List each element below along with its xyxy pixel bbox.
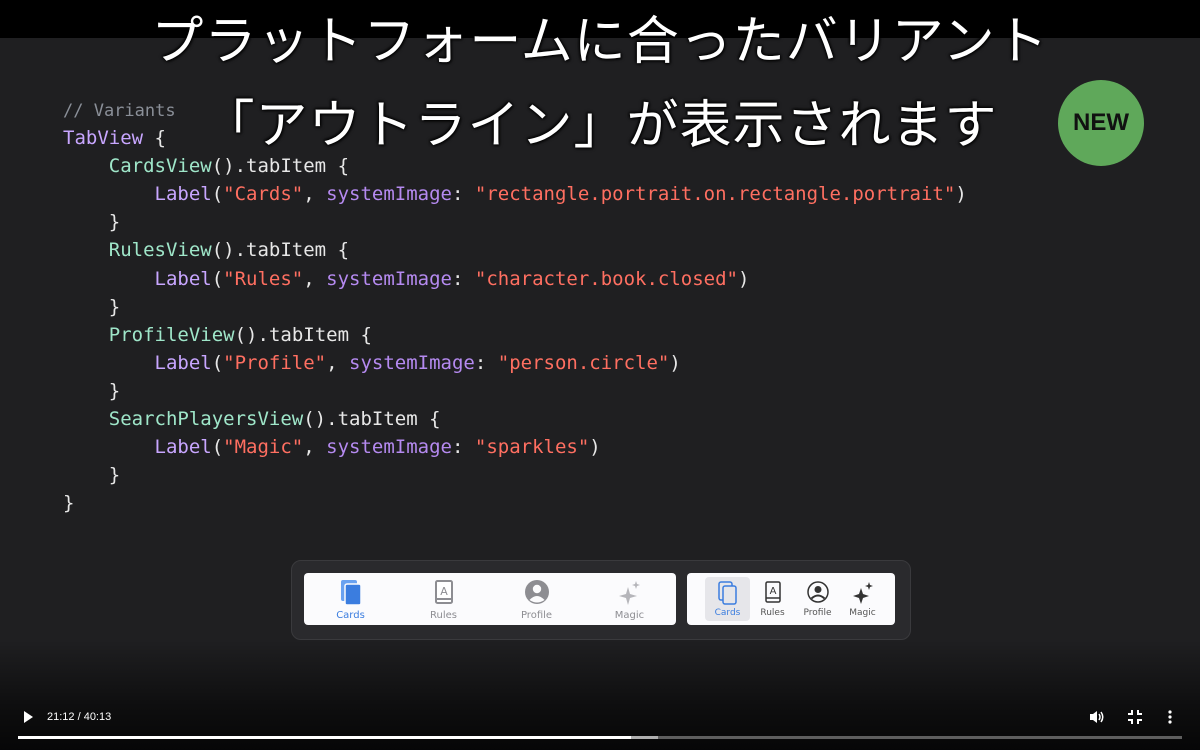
code-string: "Rules": [223, 267, 304, 290]
code-block: // Variants TabView { CardsView().tabItem…: [63, 101, 967, 515]
code-token: Label: [154, 183, 212, 206]
tab-label: Profile: [520, 610, 553, 621]
code-token: Label: [154, 436, 212, 459]
tab-label: Rules: [430, 610, 457, 621]
code-token: Label: [154, 351, 212, 374]
code-param: systemImage: [326, 183, 452, 206]
code-string: "sparkles": [474, 436, 590, 459]
exit-fullscreen-icon: [1128, 710, 1142, 724]
tab-magic[interactable]: Magic: [840, 573, 885, 625]
tab-label: Profile: [803, 608, 832, 618]
tab-label: Cards: [336, 610, 365, 621]
tab-bar-compact: Cards A Rules Profile Magic: [687, 573, 895, 625]
code-param: systemImage: [326, 436, 452, 459]
tab-bar-large: Cards A Rules Profile Magic: [304, 573, 676, 625]
tab-profile[interactable]: Profile: [490, 573, 583, 625]
subtitle-line-2: 「アウトライン」が表示されます: [202, 96, 998, 156]
cards-icon: [340, 580, 362, 606]
person-circle-outline-icon: [806, 581, 829, 603]
tab-label: Magic: [849, 608, 876, 618]
tab-rules[interactable]: A Rules: [750, 573, 795, 625]
code-token: .tabItem: [234, 239, 327, 262]
tab-label: Magic: [614, 610, 645, 621]
progress-bar[interactable]: [18, 736, 1182, 739]
code-token: .tabItem: [257, 323, 350, 346]
subtitle-line-1: プラットフォームに合ったバリアント: [151, 12, 1049, 72]
code-token: .tabItem: [234, 155, 327, 178]
tab-cards[interactable]: Cards: [705, 577, 750, 621]
more-options-button[interactable]: [1166, 702, 1174, 732]
code-string: "Profile": [223, 351, 327, 374]
player-controls-shade: [0, 640, 1200, 750]
svg-text:A: A: [769, 586, 776, 597]
tab-label: Cards: [714, 608, 741, 618]
more-vertical-icon: [1168, 710, 1172, 724]
new-badge: NEW: [1058, 80, 1144, 166]
tab-cards[interactable]: Cards: [304, 573, 397, 625]
exit-fullscreen-button[interactable]: [1127, 702, 1143, 732]
book-outline-icon: A: [764, 581, 781, 603]
person-circle-icon: [524, 580, 549, 604]
tab-label: Rules: [760, 608, 785, 618]
code-string: "Cards": [223, 183, 304, 206]
code-view-name: CardsView: [108, 155, 212, 178]
player-controls: 21:12 / 40:13: [0, 702, 1200, 732]
code-string: "rectangle.portrait.on.rectangle.portrai…: [474, 183, 956, 206]
code-token: Label: [154, 267, 212, 290]
volume-icon: [1090, 711, 1104, 723]
tab-magic[interactable]: Magic: [583, 573, 676, 625]
code-param: systemImage: [349, 351, 475, 374]
code-string: "character.book.closed": [474, 267, 738, 290]
progress-played: [18, 736, 632, 739]
time-display: 21:12 / 40:13: [47, 711, 112, 723]
cards-outline-icon: [717, 581, 737, 605]
code-view-name: ProfileView: [108, 323, 235, 346]
volume-button[interactable]: [1088, 702, 1106, 732]
code-view-name: RulesView: [108, 239, 212, 262]
play-button[interactable]: [20, 702, 36, 732]
code-token: .tabItem: [326, 408, 418, 431]
code-string: "Magic": [223, 436, 304, 459]
tab-rules[interactable]: A Rules: [397, 573, 490, 625]
sparkles-icon: [618, 581, 640, 605]
svg-text:A: A: [440, 585, 448, 598]
sparkles-outline-icon: [852, 582, 873, 604]
play-icon: [24, 711, 33, 723]
code-view-name: SearchPlayersView: [108, 408, 304, 431]
code-param: systemImage: [326, 267, 452, 290]
code-string: "person.circle": [497, 351, 670, 374]
book-icon: A: [434, 580, 453, 604]
tab-profile[interactable]: Profile: [795, 573, 840, 625]
